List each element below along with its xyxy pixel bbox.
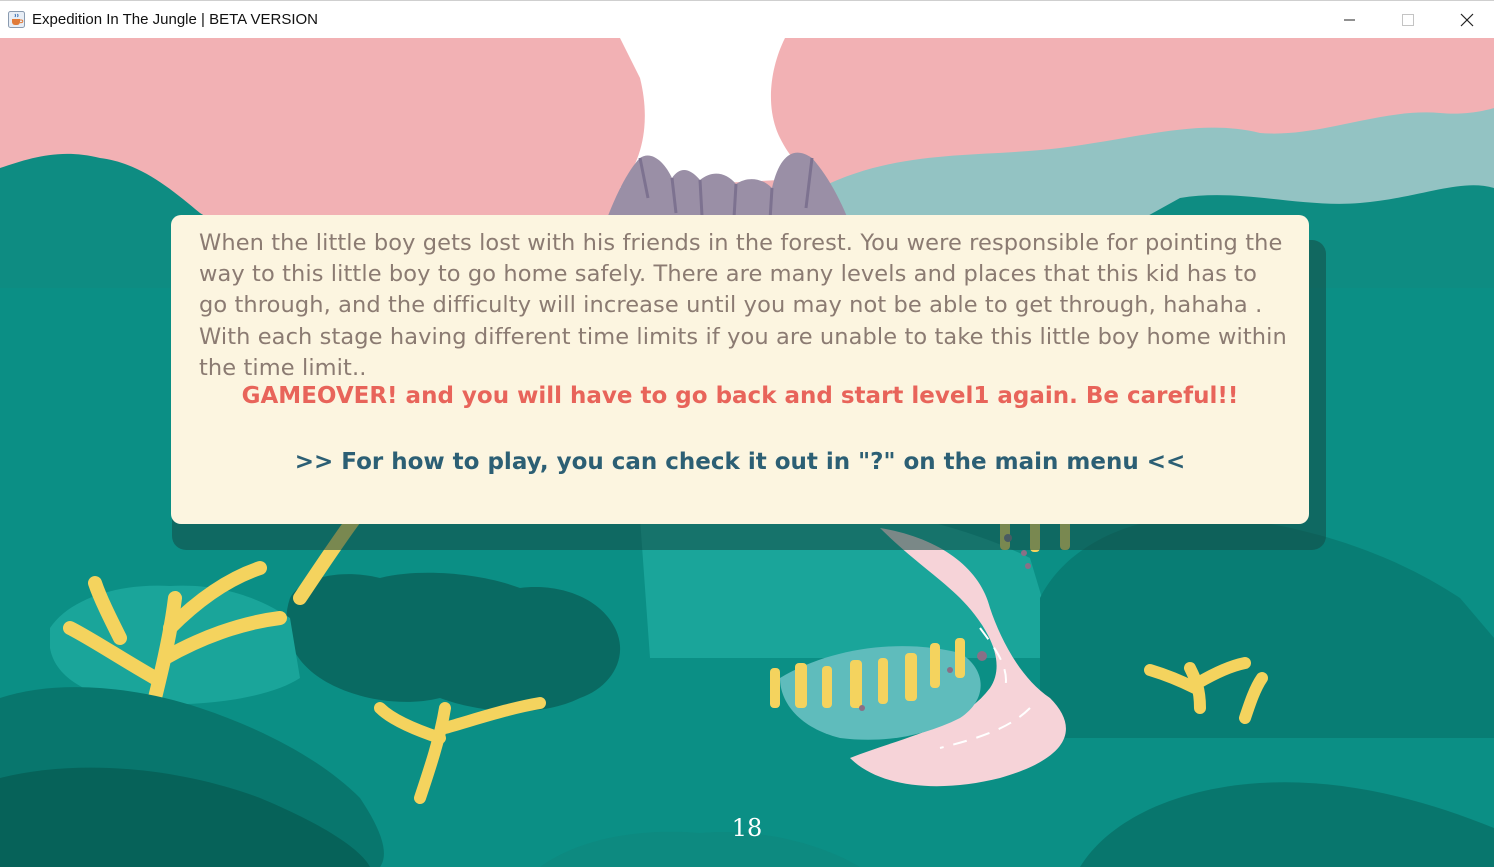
maximize-button[interactable] [1378, 1, 1436, 39]
minimize-button[interactable] [1320, 1, 1378, 39]
minimize-icon [1344, 19, 1355, 21]
window-title: Expedition In The Jungle | BETA VERSION [32, 11, 318, 28]
close-icon [1460, 13, 1474, 27]
story-dialog: When the little boy gets lost with his f… [171, 215, 1309, 524]
countdown-timer: 18 [731, 814, 763, 842]
maximize-icon [1402, 14, 1414, 26]
gameover-warning: GAMEOVER! and you will have to go back a… [241, 383, 1239, 409]
story-text: When the little boy gets lost with his f… [199, 230, 1287, 381]
game-canvas: When the little boy gets lost with his f… [0, 38, 1494, 867]
how-to-play-hint: >> For how to play, you can check it out… [294, 449, 1186, 475]
title-bar: Expedition In The Jungle | BETA VERSION [0, 0, 1494, 38]
close-button[interactable] [1437, 1, 1494, 39]
game-window: Expedition In The Jungle | BETA VERSION [0, 0, 1494, 867]
java-cup-icon [8, 11, 25, 28]
